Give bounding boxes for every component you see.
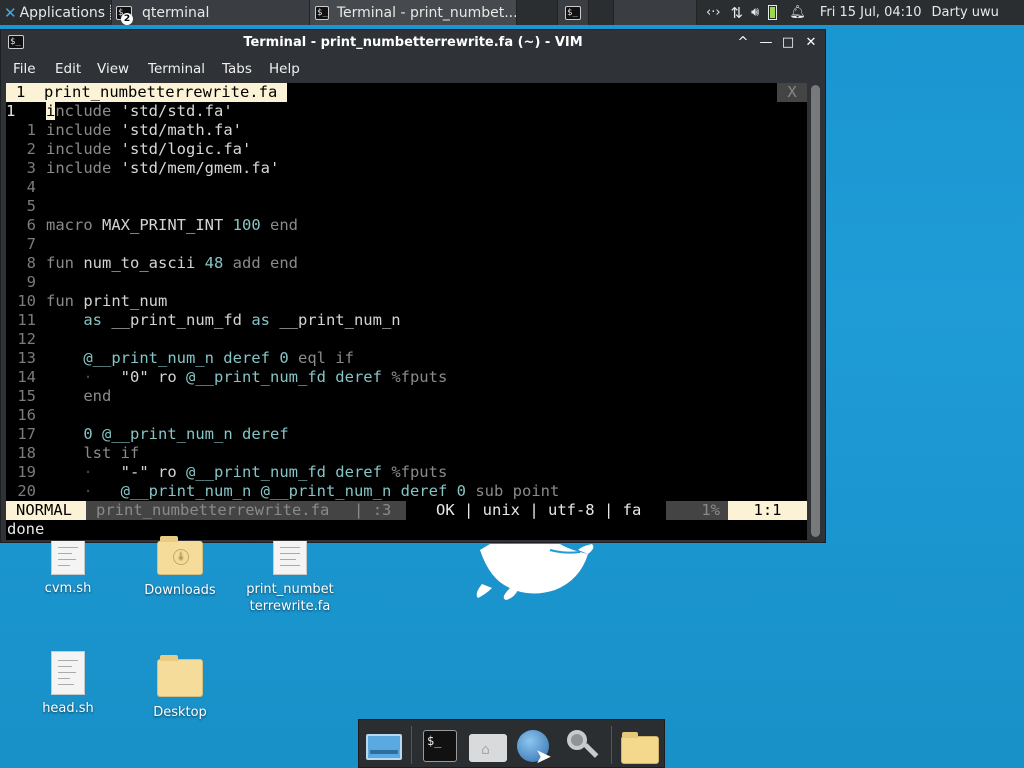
search-icon[interactable] <box>561 726 601 764</box>
desktop-icon-cvm-sh[interactable]: cvm.sh <box>13 541 123 596</box>
code-line: 20 · @__print_num_n @__print_num_n deref… <box>17 482 560 500</box>
maximize-button[interactable]: □ <box>779 33 797 53</box>
code-line: 9 <box>26 273 36 291</box>
vim-tab-close-button[interactable]: X <box>777 83 807 102</box>
task-empty[interactable] <box>613 0 697 25</box>
scrollbar-thumb[interactable] <box>811 85 820 537</box>
vim-statusline: NORMAL print_numbetterrewrite.fa | :3 OK… <box>6 501 807 520</box>
code-line: 6 macro MAX_PRINT_INT 100 end <box>26 216 298 234</box>
top-panel: ✕ Applications ⸽ $_ qterminal 2 $_ Termi… <box>0 0 1024 25</box>
battery-icon[interactable] <box>768 5 778 20</box>
vim-status-percent: 1% <box>666 501 728 520</box>
vim-status-separator: | <box>354 501 364 519</box>
window-titlebar[interactable]: $_ Terminal - print_numbetterrewrite.fa … <box>1 30 825 57</box>
desktop-icon-label: print_numbetterrewrite.fa <box>246 582 334 614</box>
code-line: 12 <box>17 330 36 348</box>
folder-icon <box>157 655 203 697</box>
network-transfer-icon[interactable]: ⇅ <box>731 4 744 22</box>
vim-mode: NORMAL <box>6 501 86 520</box>
code-line: 15 end <box>17 387 112 405</box>
vim-status-line: | :3 <box>354 501 406 520</box>
clock[interactable]: Fri 15 Jul, 04:10 <box>820 5 922 20</box>
vim-status-position: 1:1 <box>728 501 807 520</box>
code-line: 7 <box>26 235 36 253</box>
code-line: 4 <box>26 178 36 196</box>
task-qterminal-label: qterminal <box>142 4 210 21</box>
task-terminal-small[interactable]: $_ <box>557 0 589 25</box>
desktop-icon-desktop[interactable]: Desktop <box>125 655 235 720</box>
code-line: 19 · "-" ro @__print_num_fd deref %fputs <box>17 463 448 481</box>
vim-status-file: print_numbetterrewrite.fa <box>86 501 354 520</box>
menu-help[interactable]: Help <box>269 61 300 77</box>
code-line: 16 <box>17 406 36 424</box>
user-name[interactable]: Darty uwu <box>932 5 999 20</box>
volume-icon[interactable]: 🔊︎ <box>751 5 759 20</box>
file-manager-folder-icon[interactable] <box>619 726 659 764</box>
notifications-bell-icon[interactable]: 🔔︎ <box>789 5 806 20</box>
web-browser-icon[interactable]: ➤ <box>513 726 553 768</box>
vim-status-line-number: :3 <box>372 501 392 519</box>
show-desktop-icon[interactable] <box>363 726 403 764</box>
text-file-icon <box>273 541 307 575</box>
minimize-button[interactable]: — <box>757 33 775 53</box>
task-terminal-label: Terminal - print_numbet... <box>336 4 517 21</box>
code-line: 5 <box>26 197 36 215</box>
code-line: 3 include 'std/mem/gmem.fa' <box>26 159 280 177</box>
dock-separator <box>611 726 612 764</box>
terminal-window: $_ Terminal - print_numbetterrewrite.fa … <box>0 29 826 543</box>
system-tray: ‹·› ⇅ 🔊︎ 🔔︎ Fri 15 Jul, 04:10 Darty uwu <box>706 0 999 25</box>
vim-tab-current[interactable]: 1 print_numbetterrewrite.fa <box>6 83 288 102</box>
desktop-icon-downloads[interactable]: ↓ Downloads <box>125 536 235 598</box>
terminal-scrollbar[interactable] <box>809 83 822 540</box>
terminal-screen[interactable]: 1 print_numbetterrewrite.fa X 1 include '… <box>6 83 807 540</box>
menu-view[interactable]: View <box>97 61 129 77</box>
downloads-folder-icon: ↓ <box>157 536 203 575</box>
home-folder-icon[interactable]: ⌂ <box>467 726 507 764</box>
menu-terminal[interactable]: Terminal <box>148 61 205 77</box>
window-count-badge: 2 <box>121 13 133 25</box>
menu-edit[interactable]: Edit <box>55 61 81 77</box>
window-title: Terminal - print_numbetterrewrite.fa (~)… <box>243 35 583 50</box>
applications-menu[interactable]: ✕ Applications ⸽ <box>0 0 114 25</box>
code-line: 11 as __print_num_fd as __print_num_n <box>17 311 401 329</box>
xfce-logo-icon: ✕ <box>4 3 17 22</box>
desktop-icon-label: cvm.sh <box>44 581 92 596</box>
code-line: 1 include 'std/std.fa' <box>6 102 233 120</box>
code-line: 13 @__print_num_n deref 0 eql if <box>17 349 354 367</box>
code-line: 18 lst if <box>17 444 140 462</box>
menu-tabs[interactable]: Tabs <box>222 61 252 77</box>
dock-separator <box>411 726 412 764</box>
task-qterminal[interactable]: $_ qterminal <box>111 0 313 25</box>
network-status-icon[interactable]: ‹·› <box>706 5 721 20</box>
close-button[interactable]: ✕ <box>802 33 820 53</box>
code-line: 1 include 'std/math.fa' <box>26 121 242 139</box>
applications-label: Applications <box>19 4 106 21</box>
task-terminal-vim[interactable]: $_ Terminal - print_numbet... <box>309 0 517 25</box>
code-line: 2 include 'std/logic.fa' <box>26 140 252 158</box>
desktop-icon-print-numbetterrewrite[interactable]: print_numbetterrewrite.fa <box>234 541 346 615</box>
dock: $_ ⌂ ➤ <box>358 719 665 768</box>
menu-file[interactable]: File <box>13 61 36 77</box>
desktop-icon-label: head.sh <box>42 701 94 716</box>
menubar: File Edit View Terminal Tabs Help <box>1 58 825 82</box>
code-line: 8 fun num_to_ascii 48 add end <box>26 254 298 272</box>
terminal-icon: $_ <box>315 5 329 20</box>
desktop-icon-head-sh[interactable]: head.sh <box>13 651 123 716</box>
vim-command-line[interactable]: done <box>6 520 807 539</box>
desktop-icon-label: Downloads <box>144 583 216 598</box>
terminal-launcher-icon[interactable]: $_ <box>421 726 461 764</box>
desktop-icon-label: Desktop <box>153 705 207 720</box>
shade-button[interactable]: ^ <box>734 33 752 53</box>
script-file-icon <box>51 651 85 695</box>
vim-tabline: 1 print_numbetterrewrite.fa X <box>6 83 807 102</box>
script-file-icon <box>51 541 85 575</box>
code-line: 17 0 @__print_num_n deref <box>17 425 289 443</box>
code-line: 14 · "0" ro @__print_num_fd deref %fputs <box>17 368 448 386</box>
vim-status-format: OK | unix | utf-8 | fa <box>436 501 642 519</box>
mascot-wallpaper-graphic <box>476 544 594 600</box>
code-line: 10 fun print_num <box>17 292 168 310</box>
terminal-icon: $_ <box>565 5 581 20</box>
